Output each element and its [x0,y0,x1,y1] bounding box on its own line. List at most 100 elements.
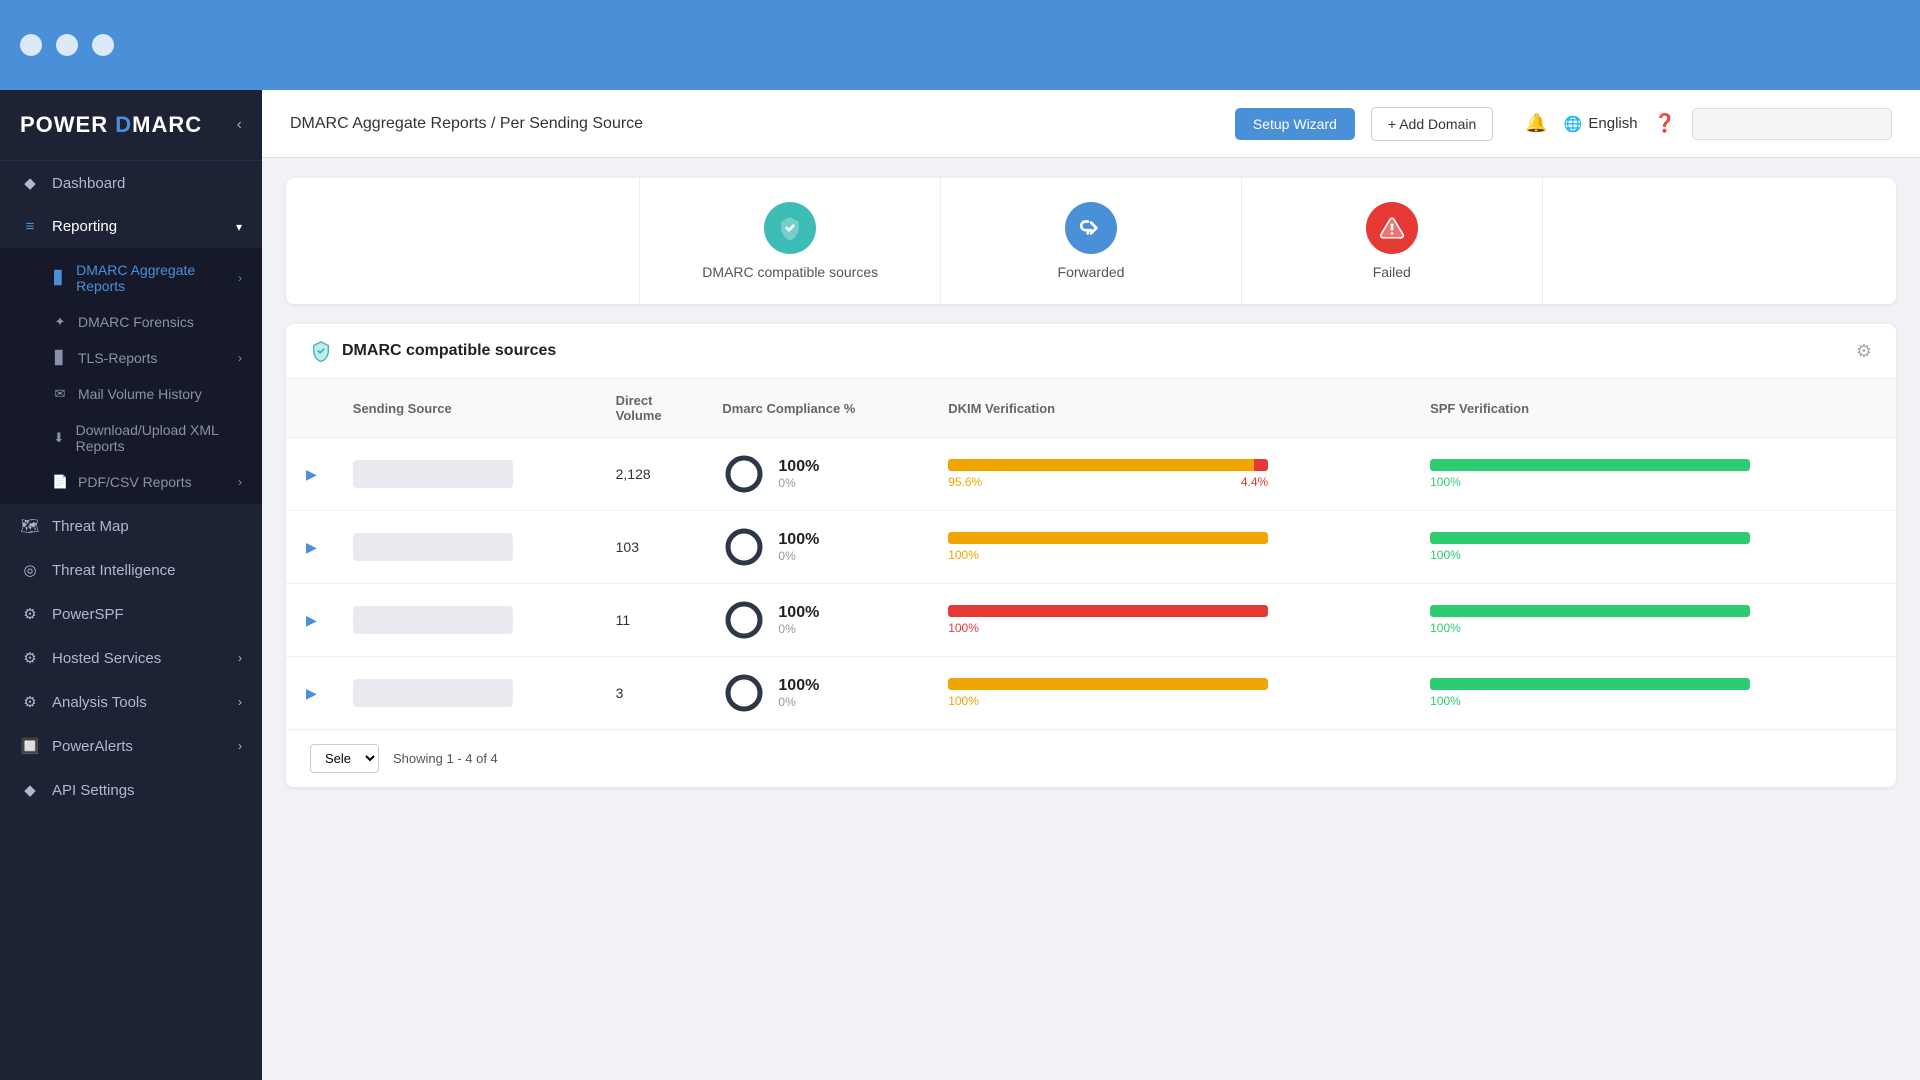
magnify-icon: ✦ [52,314,68,330]
expand-cell: ▶ [286,657,337,730]
diamond-icon-api: ◆ [20,781,40,799]
main-header: DMARC Aggregate Reports / Per Sending So… [262,90,1920,158]
col-direct-volume: DirectVolume [600,379,707,438]
compliance-cell: 100% 0% [706,511,932,584]
sidebar-item-reporting[interactable]: ≡ Reporting ▾ [0,205,262,248]
download-icon: ⬇ [52,430,66,446]
dkim-progress-bar [948,605,1268,617]
dkim-progress-bar [948,459,1268,471]
notification-bell-icon[interactable]: 🔔 [1525,113,1547,134]
summary-card-extra [1543,178,1896,304]
dkim-orange-fill [948,459,1254,471]
sidebar-label-tls-reports: TLS-Reports [78,350,157,366]
summary-card-failed[interactable]: Failed [1242,178,1543,304]
compliance-percent: 100% [778,458,819,476]
expand-row-button[interactable]: ▶ [302,608,321,633]
sidebar-item-threat-map[interactable]: 🗺 Threat Map [0,504,262,548]
sidebar-item-pdf-csv[interactable]: 📄 PDF/CSV Reports › [0,464,262,500]
volume-cell: 3 [600,657,707,730]
sidebar-item-api-settings[interactable]: ◆ API Settings [0,768,262,812]
language-selector[interactable]: 🌐 English [1564,115,1638,133]
summary-card-forwarded[interactable]: Forwarded [941,178,1242,304]
volume-cell: 103 [600,511,707,584]
sidebar-item-dashboard[interactable]: ◆ Dashboard [0,161,262,205]
compliance-donut-icon [722,671,766,715]
setup-wizard-button[interactable]: Setup Wizard [1235,108,1355,140]
sidebar-item-download-xml[interactable]: ⬇ Download/Upload XML Reports [0,412,262,464]
expand-row-button[interactable]: ▶ [302,535,321,560]
mail-icon: ✉ [52,386,68,402]
content-area: DMARC compatible sources Forwarded [262,158,1920,1080]
dmarc-table: Sending Source DirectVolume Dmarc Compli… [286,379,1896,729]
source-name-placeholder [353,460,513,488]
dot-red [20,34,42,56]
sidebar-label-reporting: Reporting [52,218,117,235]
alerts-icon: 🔲 [20,737,40,755]
bar-chart-icon: ▊ [52,270,66,286]
add-domain-button[interactable]: + Add Domain [1371,107,1493,141]
search-input[interactable] [1692,108,1892,140]
sidebar-item-mail-volume[interactable]: ✉ Mail Volume History [0,376,262,412]
chevron-down-icon: ▾ [236,220,242,234]
sidebar-item-powerSPF[interactable]: ⚙ PowerSPF [0,592,262,636]
sidebar-item-dmarc-aggregate[interactable]: ▊ DMARC Aggregate Reports › [0,252,262,304]
compliance-percent: 100% [778,677,819,695]
rows-per-page-select[interactable]: Sele 10 25 50 [310,744,379,773]
header-actions: 🔔 🌐 English ❓ [1525,108,1892,140]
dkim-progress-bar [948,532,1268,544]
sidebar-item-analysis-tools[interactable]: ⚙ Analysis Tools › [0,680,262,724]
compliance-cell: 100% 0% [706,657,932,730]
dkim-orange-fill [948,532,1268,544]
spf-cell: 100% [1414,511,1896,584]
table-row: ▶11 100% 0% 100% [286,584,1896,657]
expand-row-button[interactable]: ▶ [302,462,321,487]
summary-card-dmarc-compatible[interactable]: DMARC compatible sources [640,178,941,304]
diamond-icon: ◆ [20,174,40,192]
dot-yellow [56,34,78,56]
dkim-red-pct: 100% [948,621,979,635]
sidebar-item-power-alerts[interactable]: 🔲 PowerAlerts › [0,724,262,768]
source-name-placeholder [353,679,513,707]
sidebar-label-hosted-services: Hosted Services [52,650,161,667]
sidebar-label-threat-map: Threat Map [52,518,129,535]
spf-green-pct: 100% [1430,475,1461,489]
source-cell [337,584,600,657]
sidebar-label-download-xml: Download/Upload XML Reports [76,422,242,454]
dmarc-section-title-text: DMARC compatible sources [342,342,556,360]
sidebar-item-hosted-services[interactable]: ⚙ Hosted Services › [0,636,262,680]
main-content: DMARC Aggregate Reports / Per Sending So… [262,90,1920,1080]
failed-icon [1366,202,1418,254]
logo-text: POWER DMARC [20,112,202,138]
compliance-donut-icon [722,452,766,496]
sidebar-label-dashboard: Dashboard [52,175,125,192]
settings-gear-icon[interactable]: ⚙ [1856,341,1872,362]
dkim-red-fill [1254,459,1268,471]
spf-green-fill [1430,459,1750,471]
table-row: ▶ 103 100% 0% 100% [286,511,1896,584]
sidebar-item-tls-reports[interactable]: ▊ TLS-Reports › [0,340,262,376]
chevron-right-icon-tls: › [238,351,242,365]
spf-green-fill [1430,678,1750,690]
breadcrumb: DMARC Aggregate Reports / Per Sending So… [290,115,1219,133]
col-expand [286,379,337,438]
source-name-placeholder [353,533,513,561]
col-dkim: DKIM Verification [932,379,1414,438]
source-cell [337,657,600,730]
dmarc-section-title: DMARC compatible sources [310,340,556,362]
spf-progress-bar [1430,605,1750,617]
dot-green [92,34,114,56]
compliance-donut-icon [722,598,766,642]
sidebar-item-dmarc-forensics[interactable]: ✦ DMARC Forensics [0,304,262,340]
expand-cell: ▶ [286,584,337,657]
sidebar-label-dmarc-aggregate: DMARC Aggregate Reports [76,262,228,294]
dkim-cell: 100% [932,584,1414,657]
help-icon[interactable]: ❓ [1654,113,1676,134]
sidebar-collapse-button[interactable]: ‹ [237,116,242,134]
spf-green-pct: 100% [1430,694,1461,708]
dmarc-compatible-icon [764,202,816,254]
compliance-sub: 0% [778,549,819,563]
sidebar-item-threat-intelligence[interactable]: ◎ Threat Intelligence [0,548,262,592]
expand-row-button[interactable]: ▶ [302,681,321,706]
pagination-info: Showing 1 - 4 of 4 [393,751,498,766]
spf-cell: 100% [1414,438,1896,511]
